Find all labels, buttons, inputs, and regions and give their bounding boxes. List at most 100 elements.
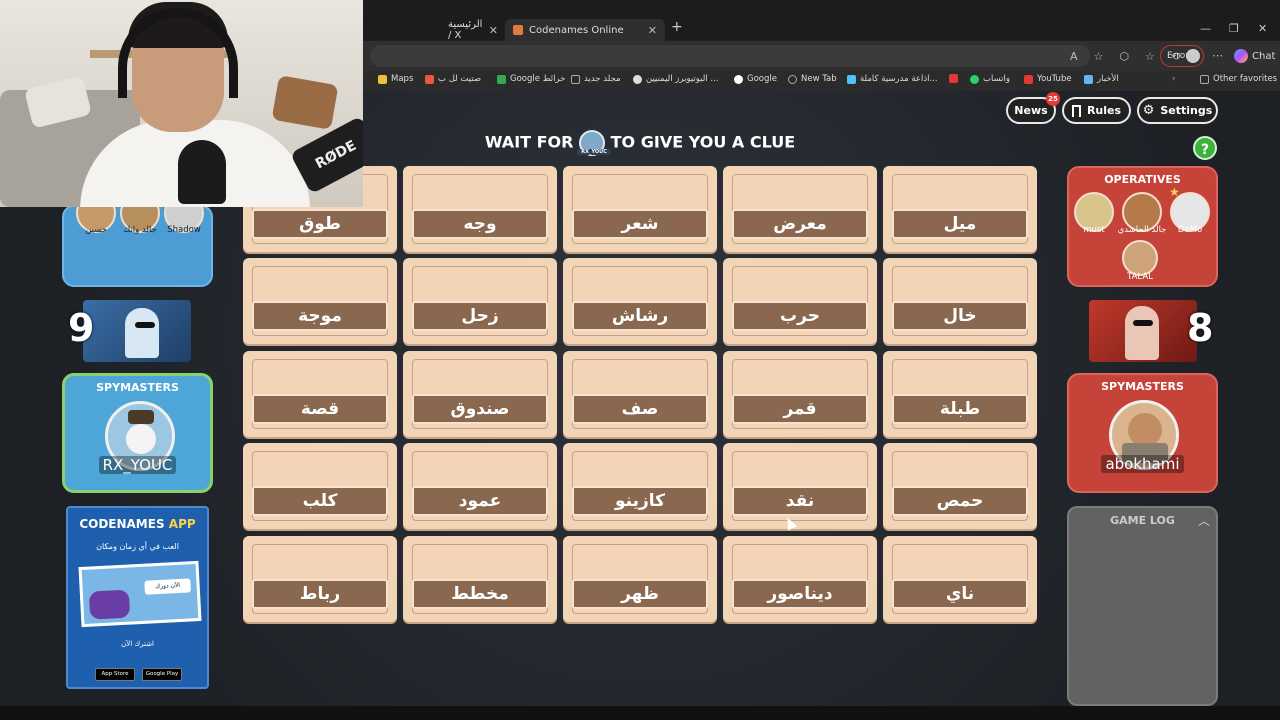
- news-badge: 25: [1046, 92, 1060, 106]
- tab-label: Codenames Online: [529, 24, 624, 36]
- hat-icon: [128, 410, 154, 424]
- help-button[interactable]: ?: [1193, 136, 1217, 160]
- bookmark-item[interactable]: اذاعة مدرسية كاملة...: [847, 74, 938, 84]
- operative-name: جالد الحاشدي: [1117, 225, 1167, 235]
- news-button[interactable]: News 25: [1006, 92, 1060, 124]
- word-card[interactable]: قصة: [243, 351, 397, 437]
- spymaster-name: abokhami: [1101, 455, 1184, 473]
- card-word: وجه: [412, 209, 548, 239]
- word-card[interactable]: رباط: [243, 536, 397, 622]
- bookmark-maps[interactable]: Maps: [378, 74, 413, 84]
- word-card[interactable]: طبلة: [883, 351, 1037, 437]
- bookmark-whatsapp[interactable]: واتساب: [970, 74, 1010, 84]
- google-icon: [633, 74, 642, 84]
- clue-prompt-after: TO GIVE YOU A CLUE: [610, 132, 796, 152]
- bookmark-item[interactable]: Google خرائط: [497, 74, 565, 84]
- bookmark-new-tab[interactable]: New Tab: [788, 74, 837, 84]
- codenames-app-ad[interactable]: CODENAMES APP العب في أي زمان ومكان الآن…: [66, 506, 209, 689]
- close-tab-icon[interactable]: ✕: [648, 24, 657, 37]
- sunglasses-icon: [1133, 320, 1153, 326]
- more-menu-icon[interactable]: ⋯: [1212, 49, 1223, 62]
- google-play-badge[interactable]: Google Play: [142, 668, 182, 681]
- card-word: نقد: [732, 486, 868, 516]
- bookmark-news[interactable]: الأخبار: [1084, 74, 1119, 84]
- word-card[interactable]: وجه: [403, 166, 557, 252]
- blue-score: 9: [68, 306, 95, 350]
- word-card[interactable]: زحل: [403, 258, 557, 344]
- bookmark-label: مجلد جديد: [584, 74, 621, 84]
- snowman-icon: [126, 424, 156, 454]
- new-tab-icon[interactable]: +: [671, 19, 683, 35]
- word-card[interactable]: قمر: [723, 351, 877, 437]
- url-field[interactable]: [370, 45, 1090, 67]
- bookmark-folder[interactable]: مجلد جديد: [571, 74, 621, 84]
- copilot-chat-button[interactable]: Chat: [1234, 49, 1275, 63]
- bookmark-item[interactable]: [949, 74, 962, 83]
- rules-button[interactable]: Rules: [1062, 97, 1131, 124]
- clue-giver-tag: RX_YOUC: [577, 149, 612, 155]
- site-icon: [847, 74, 856, 84]
- bookmark-item[interactable]: صتيت لل ب: [425, 74, 481, 84]
- chat-label: Chat: [1252, 51, 1276, 62]
- profile-avatar-icon: [1186, 49, 1200, 63]
- bookmark-label: صتيت لل ب: [438, 74, 482, 84]
- word-card[interactable]: حرب: [723, 258, 877, 344]
- red-agent-figure: [1125, 306, 1159, 360]
- settings-button[interactable]: ⚙ Settings: [1137, 97, 1218, 124]
- minimize-icon[interactable]: —: [1200, 22, 1211, 35]
- ad-title: CODENAMES APP: [68, 517, 207, 531]
- motorbike-icon: [88, 589, 131, 620]
- word-card[interactable]: حمص: [883, 443, 1037, 529]
- word-card[interactable]: خال: [883, 258, 1037, 344]
- card-word: مخطط: [412, 579, 548, 609]
- word-card[interactable]: ديناصور: [723, 536, 877, 622]
- word-card[interactable]: ظهر: [563, 536, 717, 622]
- bookmark-label: Google خرائط: [510, 74, 566, 84]
- word-card[interactable]: كازينو: [563, 443, 717, 529]
- close-window-icon[interactable]: ✕: [1258, 22, 1267, 35]
- bookmark-label: اذاعة مدرسية كاملة...: [860, 74, 938, 84]
- card-word: رباط: [252, 579, 388, 609]
- clue-prompt-before: WAIT FOR: [484, 132, 574, 152]
- word-card[interactable]: ناي: [883, 536, 1037, 622]
- operative-avatar: [1122, 240, 1158, 276]
- profile-error-button[interactable]: Error: [1160, 45, 1204, 67]
- word-card[interactable]: كلب: [243, 443, 397, 529]
- game-log-panel[interactable]: GAME LOG ︿: [1067, 506, 1218, 706]
- blue-score-card: [83, 300, 191, 362]
- bookmark-youtube[interactable]: YouTube: [1024, 74, 1072, 84]
- app-store-badge[interactable]: App Store: [95, 668, 135, 681]
- operative-name: TALAL: [1127, 272, 1153, 282]
- word-card[interactable]: موجة: [243, 258, 397, 344]
- chevron-right-icon[interactable]: ›: [1172, 74, 1175, 84]
- spymasters-title: SPYMASTERS: [1101, 380, 1184, 393]
- word-card[interactable]: معرض: [723, 166, 877, 252]
- close-tab-icon[interactable]: ✕: [489, 24, 498, 37]
- bookmark-item[interactable]: اليوتيوبرز اليمنيين ...: [633, 74, 719, 84]
- bookmark-google[interactable]: Google: [734, 74, 777, 84]
- chevron-up-icon[interactable]: ︿: [1198, 512, 1210, 529]
- word-card[interactable]: مخطط: [403, 536, 557, 622]
- word-card[interactable]: نقد: [723, 443, 877, 529]
- word-card[interactable]: عمود: [403, 443, 557, 529]
- bookmark-label: الأخبار: [1097, 74, 1119, 84]
- word-card[interactable]: صندوق: [403, 351, 557, 437]
- pin-icon: [497, 74, 506, 84]
- clue-giver-avatar: RX_YOUC: [577, 130, 612, 156]
- ad-cta: اشترك الآن: [121, 640, 154, 648]
- word-card[interactable]: شعر: [563, 166, 717, 252]
- word-card[interactable]: رشاش: [563, 258, 717, 344]
- tab-codenames[interactable]: Codenames Online ✕: [505, 19, 665, 41]
- tab-x-home[interactable]: الرئيسية / X ✕: [440, 19, 506, 41]
- maximize-icon[interactable]: ❐: [1229, 22, 1239, 35]
- bookmark-other-favorites[interactable]: Other favorites: [1200, 74, 1277, 84]
- bottom-strip: [0, 706, 1280, 720]
- game-log-title: GAME LOG: [1110, 514, 1175, 527]
- bookmark-label: اليوتيوبرز اليمنيين ...: [646, 74, 719, 84]
- globe-icon: [788, 74, 797, 84]
- card-word: ديناصور: [732, 579, 868, 609]
- card-word: شعر: [572, 209, 708, 239]
- word-card[interactable]: صف: [563, 351, 717, 437]
- word-card[interactable]: ميل: [883, 166, 1037, 252]
- ad-speech-bubble: الآن دورك: [144, 578, 191, 595]
